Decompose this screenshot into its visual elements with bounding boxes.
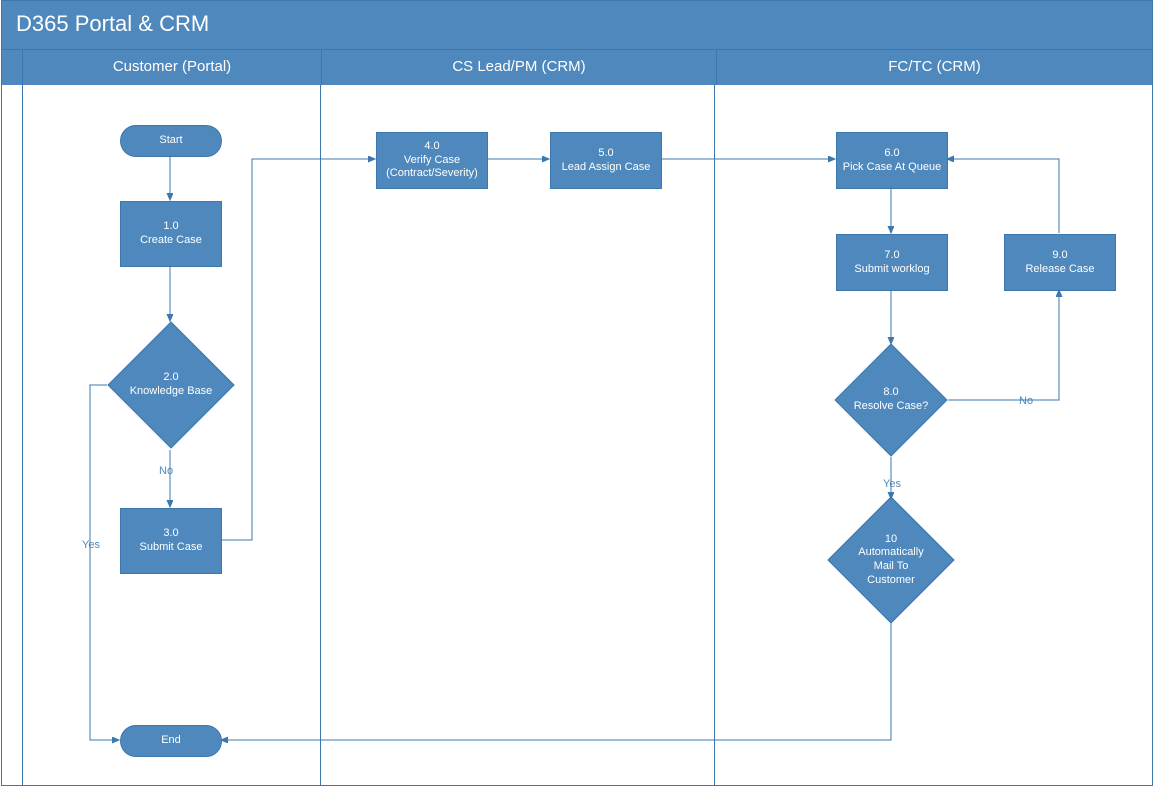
node-end: End [120,725,222,757]
diagram-canvas: Start 1.0 Create Case 2.0 Knowledge Base… [1,85,1153,786]
node-lead-assign-case: 5.0 Lead Assign Case [550,132,662,189]
node-submit-case: 3.0 Submit Case [120,508,222,574]
node-verify-case: 4.0 Verify Case (Contract/Severity) [376,132,488,189]
edge-label-kb-yes: Yes [80,539,102,551]
diagram-title: D365 Portal & CRM [1,0,1153,50]
node-pick-case: 6.0 Pick Case At Queue [836,132,948,189]
lane-customer-header: Customer (Portal) [22,50,321,85]
edge-label-kb-no: No [157,465,175,477]
node-knowledge-base: 2.0 Knowledge Base [126,340,216,430]
node-submit-worklog: 7.0 Submit worklog [836,234,948,291]
swimlane-header: Customer (Portal) CS Lead/PM (CRM) FC/TC… [1,50,1153,85]
node-create-case: 1.0 Create Case [120,201,222,267]
node-resolve-case: 8.0 Resolve Case? [851,360,931,440]
node-release-case: 9.0 Release Case [1004,234,1116,291]
edge-label-resolve-yes: Yes [881,478,903,490]
lane-cs-lead-header: CS Lead/PM (CRM) [321,50,716,85]
node-start: Start [120,125,222,157]
node-mail-customer: 10 Automatically Mail To Customer [846,515,936,605]
edge-label-resolve-no: No [1017,395,1035,407]
lane-fc-tc-header: FC/TC (CRM) [716,50,1152,85]
